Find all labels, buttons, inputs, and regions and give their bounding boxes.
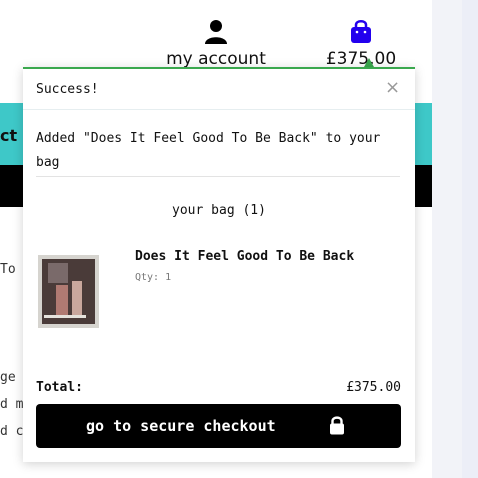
background-text-line: To bbox=[0, 262, 16, 277]
checkout-label: go to secure checkout bbox=[86, 417, 276, 435]
shopping-bag-icon bbox=[351, 20, 371, 43]
product-thumbnail[interactable] bbox=[38, 255, 99, 328]
close-icon[interactable]: × bbox=[385, 77, 400, 98]
add-to-bag-popup: Success! × Added "Does It Feel Good To B… bbox=[23, 67, 415, 462]
secure-checkout-button[interactable]: go to secure checkout bbox=[36, 404, 401, 448]
user-icon bbox=[205, 20, 227, 44]
success-message: Success! bbox=[36, 82, 99, 97]
popup-header: Success! × bbox=[23, 69, 415, 110]
divider bbox=[36, 176, 400, 177]
bag-heading: your bag (1) bbox=[172, 203, 266, 218]
bag-link[interactable]: £375.00 bbox=[318, 18, 404, 69]
total-label: Total: bbox=[36, 380, 83, 395]
popup-caret bbox=[364, 58, 374, 67]
lock-icon bbox=[330, 416, 344, 435]
background-text-line: d c bbox=[0, 424, 24, 439]
bag-total: £375.00 bbox=[325, 49, 397, 69]
background-text-line: ge bbox=[0, 370, 16, 385]
my-account-link[interactable]: my account bbox=[160, 18, 272, 69]
product-qty: Qty: 1 bbox=[135, 272, 172, 283]
added-message: Added "Does It Feel Good To Be Back" to … bbox=[36, 131, 381, 170]
page-scroll-edge bbox=[462, 0, 478, 478]
product-title[interactable]: Does It Feel Good To Be Back bbox=[135, 249, 354, 264]
background-text-line: d m bbox=[0, 397, 24, 412]
promo-banner-text: ct bbox=[0, 126, 18, 145]
total-value: £375.00 bbox=[346, 380, 401, 395]
my-account-label: my account bbox=[166, 49, 266, 69]
